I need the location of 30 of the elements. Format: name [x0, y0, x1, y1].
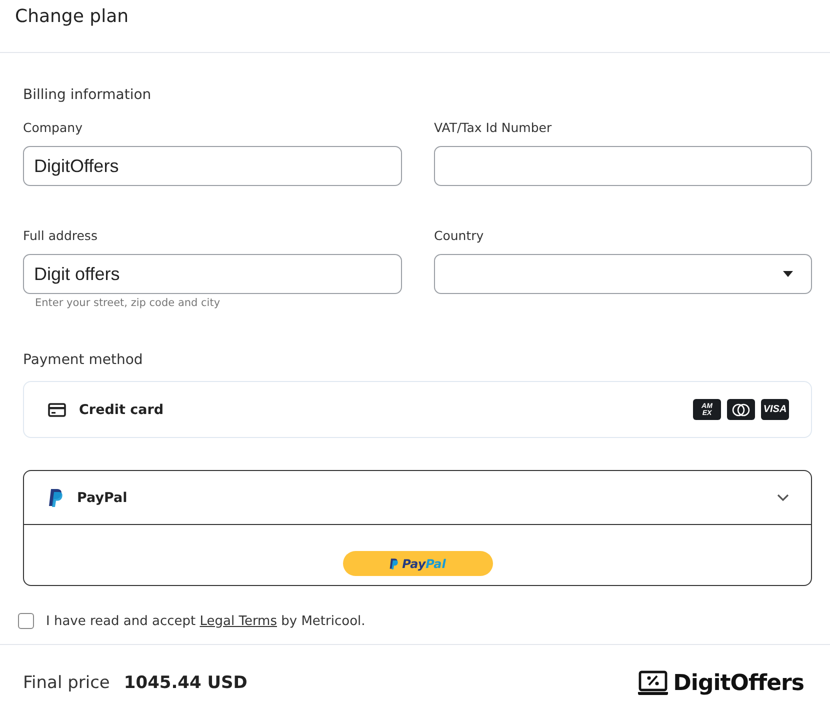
visa-logo: VISA: [761, 399, 789, 420]
option-label: PayPal: [77, 490, 128, 506]
section-heading: Payment method: [23, 352, 144, 368]
section-heading: Billing information: [23, 87, 152, 103]
legal-terms-link[interactable]: Legal Terms: [200, 614, 277, 628]
field-label: VAT/Tax Id Number: [434, 120, 553, 135]
dialog-title: Change plan: [15, 6, 130, 27]
checkbox[interactable]: [18, 613, 34, 629]
mastercard-logo: [727, 399, 755, 420]
payment-option[interactable]: PayPal PayPal: [23, 470, 812, 586]
input-field[interactable]: Digit offers: [23, 254, 402, 294]
input-field[interactable]: [434, 146, 812, 186]
input-field[interactable]: DigitOffers: [23, 146, 402, 186]
credit-card-icon: [48, 402, 66, 416]
paypal-icon: [389, 558, 400, 570]
country-dropdown[interactable]: [434, 254, 812, 294]
chevron-down-icon[interactable]: [777, 494, 789, 502]
caret-icon: [783, 271, 793, 277]
brand-name: DigitOffers: [673, 670, 804, 696]
price-value: 1045.44 USD: [124, 673, 248, 693]
paypal-button[interactable]: PayPal: [342, 551, 492, 576]
field-label: Company: [23, 120, 84, 135]
field-label: Full address: [23, 228, 98, 243]
price-label: Final price: [23, 673, 110, 693]
option-label: Credit card: [79, 402, 164, 418]
field-label: Country: [434, 228, 485, 243]
paypal-icon: [48, 488, 64, 508]
terms-text: I have read and accept Legal Terms by Metricool.: [46, 614, 366, 628]
laptop-percent-icon: [637, 670, 670, 696]
helper-text: Enter your street, zip code and city: [35, 297, 220, 309]
